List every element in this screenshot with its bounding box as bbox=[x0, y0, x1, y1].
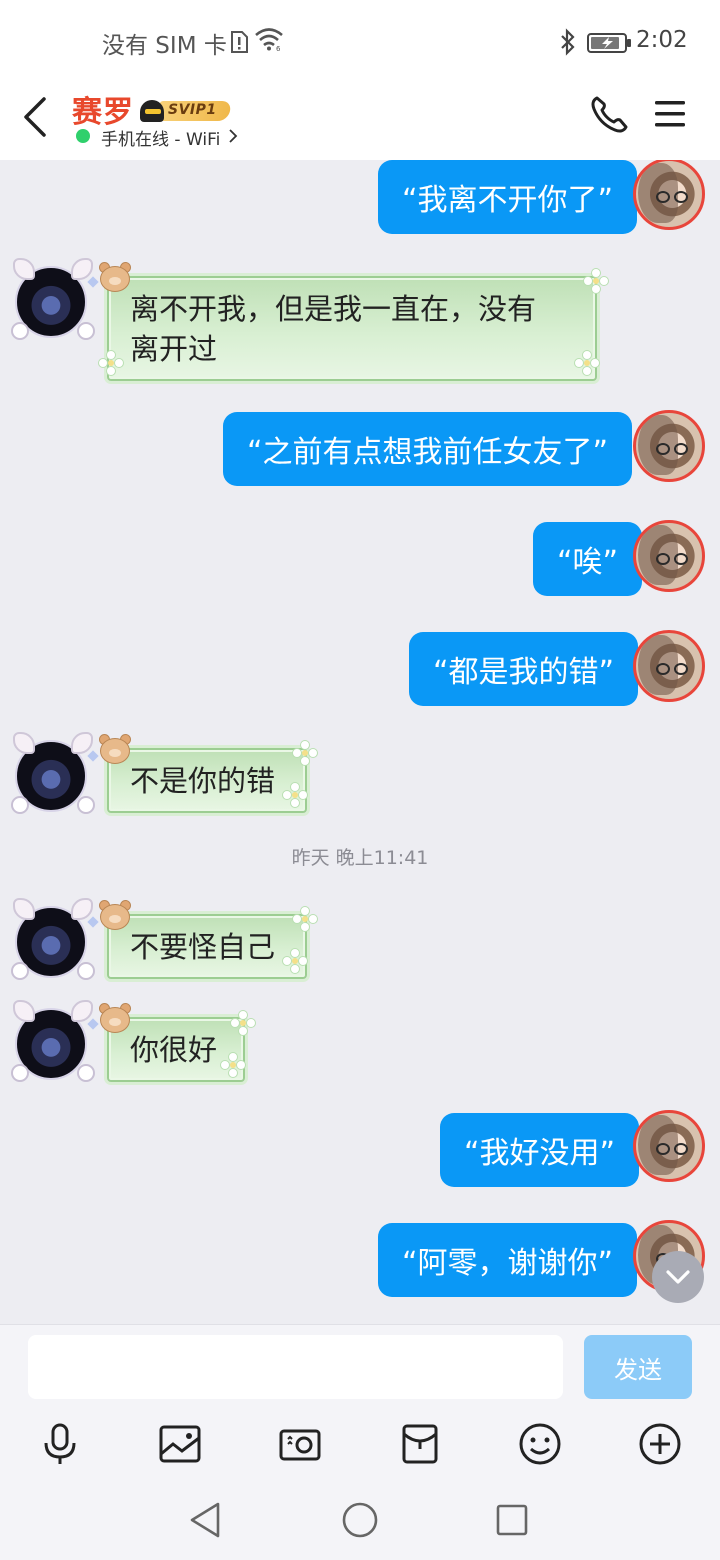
message-text: 不要怪自己 bbox=[130, 930, 276, 964]
my-avatar[interactable] bbox=[633, 160, 705, 230]
red-packet-icon[interactable] bbox=[398, 1422, 442, 1466]
svg-text:6: 6 bbox=[276, 45, 281, 51]
message-bubble-outgoing[interactable]: “阿零，谢谢你” bbox=[378, 1223, 638, 1297]
online-status-text[interactable]: 手机在线 - WiFi bbox=[101, 125, 220, 150]
scroll-to-bottom-button[interactable] bbox=[652, 1251, 704, 1303]
emoji-icon[interactable] bbox=[518, 1422, 562, 1466]
system-nav-bar bbox=[0, 1478, 720, 1560]
message-bubble-outgoing[interactable]: “之前有点想我前任女友了” bbox=[223, 412, 633, 486]
send-button[interactable]: 发送 bbox=[584, 1335, 692, 1399]
message-bubble-outgoing[interactable]: “我好没用” bbox=[440, 1113, 640, 1187]
plus-icon[interactable] bbox=[638, 1422, 682, 1466]
contact-avatar[interactable] bbox=[11, 898, 99, 982]
flower-decoration-icon bbox=[98, 350, 124, 376]
my-avatar[interactable] bbox=[633, 630, 705, 702]
status-bar: 没有 SIM 卡 6 2:02 bbox=[0, 0, 720, 80]
wifi-icon: 6 bbox=[255, 28, 283, 51]
message-bubble-incoming[interactable]: 不要怪自己 bbox=[107, 914, 307, 979]
back-icon[interactable] bbox=[20, 95, 50, 139]
chevron-right-icon[interactable] bbox=[228, 128, 238, 144]
message-text: 不是你的错 bbox=[130, 764, 276, 798]
flower-decoration-icon bbox=[292, 906, 318, 932]
chat-header: 赛罗 SVIP1 手机在线 - WiFi bbox=[0, 80, 720, 160]
flower-decoration-icon bbox=[220, 1052, 246, 1078]
contact-avatar[interactable] bbox=[11, 258, 99, 342]
message-bubble-outgoing[interactable]: “都是我的错” bbox=[409, 632, 639, 706]
message-list[interactable]: “我离不开你了” 离不开我，但是我一直在，没有 离开过 “之前有点想我前任女友了… bbox=[0, 160, 720, 1324]
helmet-icon bbox=[140, 100, 164, 122]
nav-recents-icon[interactable] bbox=[494, 1500, 530, 1540]
message-text: “唉” bbox=[557, 545, 619, 580]
message-input[interactable] bbox=[28, 1335, 563, 1399]
battery-icon bbox=[587, 33, 631, 53]
flower-decoration-icon bbox=[292, 740, 318, 766]
bear-sticker-icon bbox=[98, 900, 132, 930]
composer: 发送 bbox=[0, 1324, 720, 1414]
message-bubble-incoming[interactable]: 不是你的错 bbox=[107, 748, 307, 813]
clock-text: 2:02 bbox=[636, 27, 688, 53]
svip-badge[interactable]: SVIP1 bbox=[140, 98, 233, 124]
online-status-dot bbox=[76, 129, 90, 143]
message-bubble-outgoing[interactable]: “唉” bbox=[533, 522, 643, 596]
my-avatar[interactable] bbox=[633, 520, 705, 592]
my-avatar[interactable] bbox=[633, 410, 705, 482]
bear-sticker-icon bbox=[98, 734, 132, 764]
nav-back-icon[interactable] bbox=[188, 1500, 224, 1540]
flower-decoration-icon bbox=[282, 782, 308, 808]
microphone-icon[interactable] bbox=[38, 1422, 82, 1466]
message-bubble-outgoing[interactable]: “我离不开你了” bbox=[378, 160, 638, 234]
bear-sticker-icon bbox=[98, 1003, 132, 1033]
input-toolbar bbox=[0, 1414, 720, 1478]
contact-avatar[interactable] bbox=[11, 732, 99, 816]
message-text: “都是我的错” bbox=[433, 655, 615, 690]
image-icon[interactable] bbox=[158, 1422, 202, 1466]
sim-alert-icon bbox=[231, 31, 248, 53]
message-text-line: 离不开我，但是我一直在，没有 bbox=[130, 292, 537, 326]
menu-icon[interactable] bbox=[654, 99, 686, 129]
message-text: “我好没用” bbox=[464, 1136, 616, 1171]
flower-decoration-icon bbox=[230, 1010, 256, 1036]
timestamp-divider: 昨天 晚上11:41 bbox=[291, 847, 429, 869]
bluetooth-icon bbox=[561, 28, 575, 56]
chevron-down-icon bbox=[666, 1270, 690, 1284]
flower-decoration-icon bbox=[574, 350, 600, 376]
phone-icon[interactable] bbox=[588, 94, 630, 136]
my-avatar[interactable] bbox=[633, 1110, 705, 1182]
message-text: “我离不开你了” bbox=[402, 183, 614, 218]
contact-avatar[interactable] bbox=[11, 1000, 99, 1084]
flower-decoration-icon bbox=[282, 948, 308, 974]
message-text: “阿零，谢谢你” bbox=[402, 1246, 614, 1281]
bear-sticker-icon bbox=[98, 262, 132, 292]
carrier-text: 没有 SIM 卡 bbox=[102, 33, 227, 59]
camera-icon[interactable] bbox=[278, 1422, 322, 1466]
message-text: 你很好 bbox=[130, 1033, 218, 1067]
flower-decoration-icon bbox=[583, 268, 609, 294]
nav-home-icon[interactable] bbox=[341, 1500, 379, 1540]
message-text-line: 离开过 bbox=[130, 332, 218, 366]
svip-label: SVIP1 bbox=[168, 102, 217, 118]
message-text: “之前有点想我前任女友了” bbox=[247, 435, 609, 470]
message-bubble-incoming[interactable]: 离不开我，但是我一直在，没有 离开过 bbox=[107, 276, 597, 381]
